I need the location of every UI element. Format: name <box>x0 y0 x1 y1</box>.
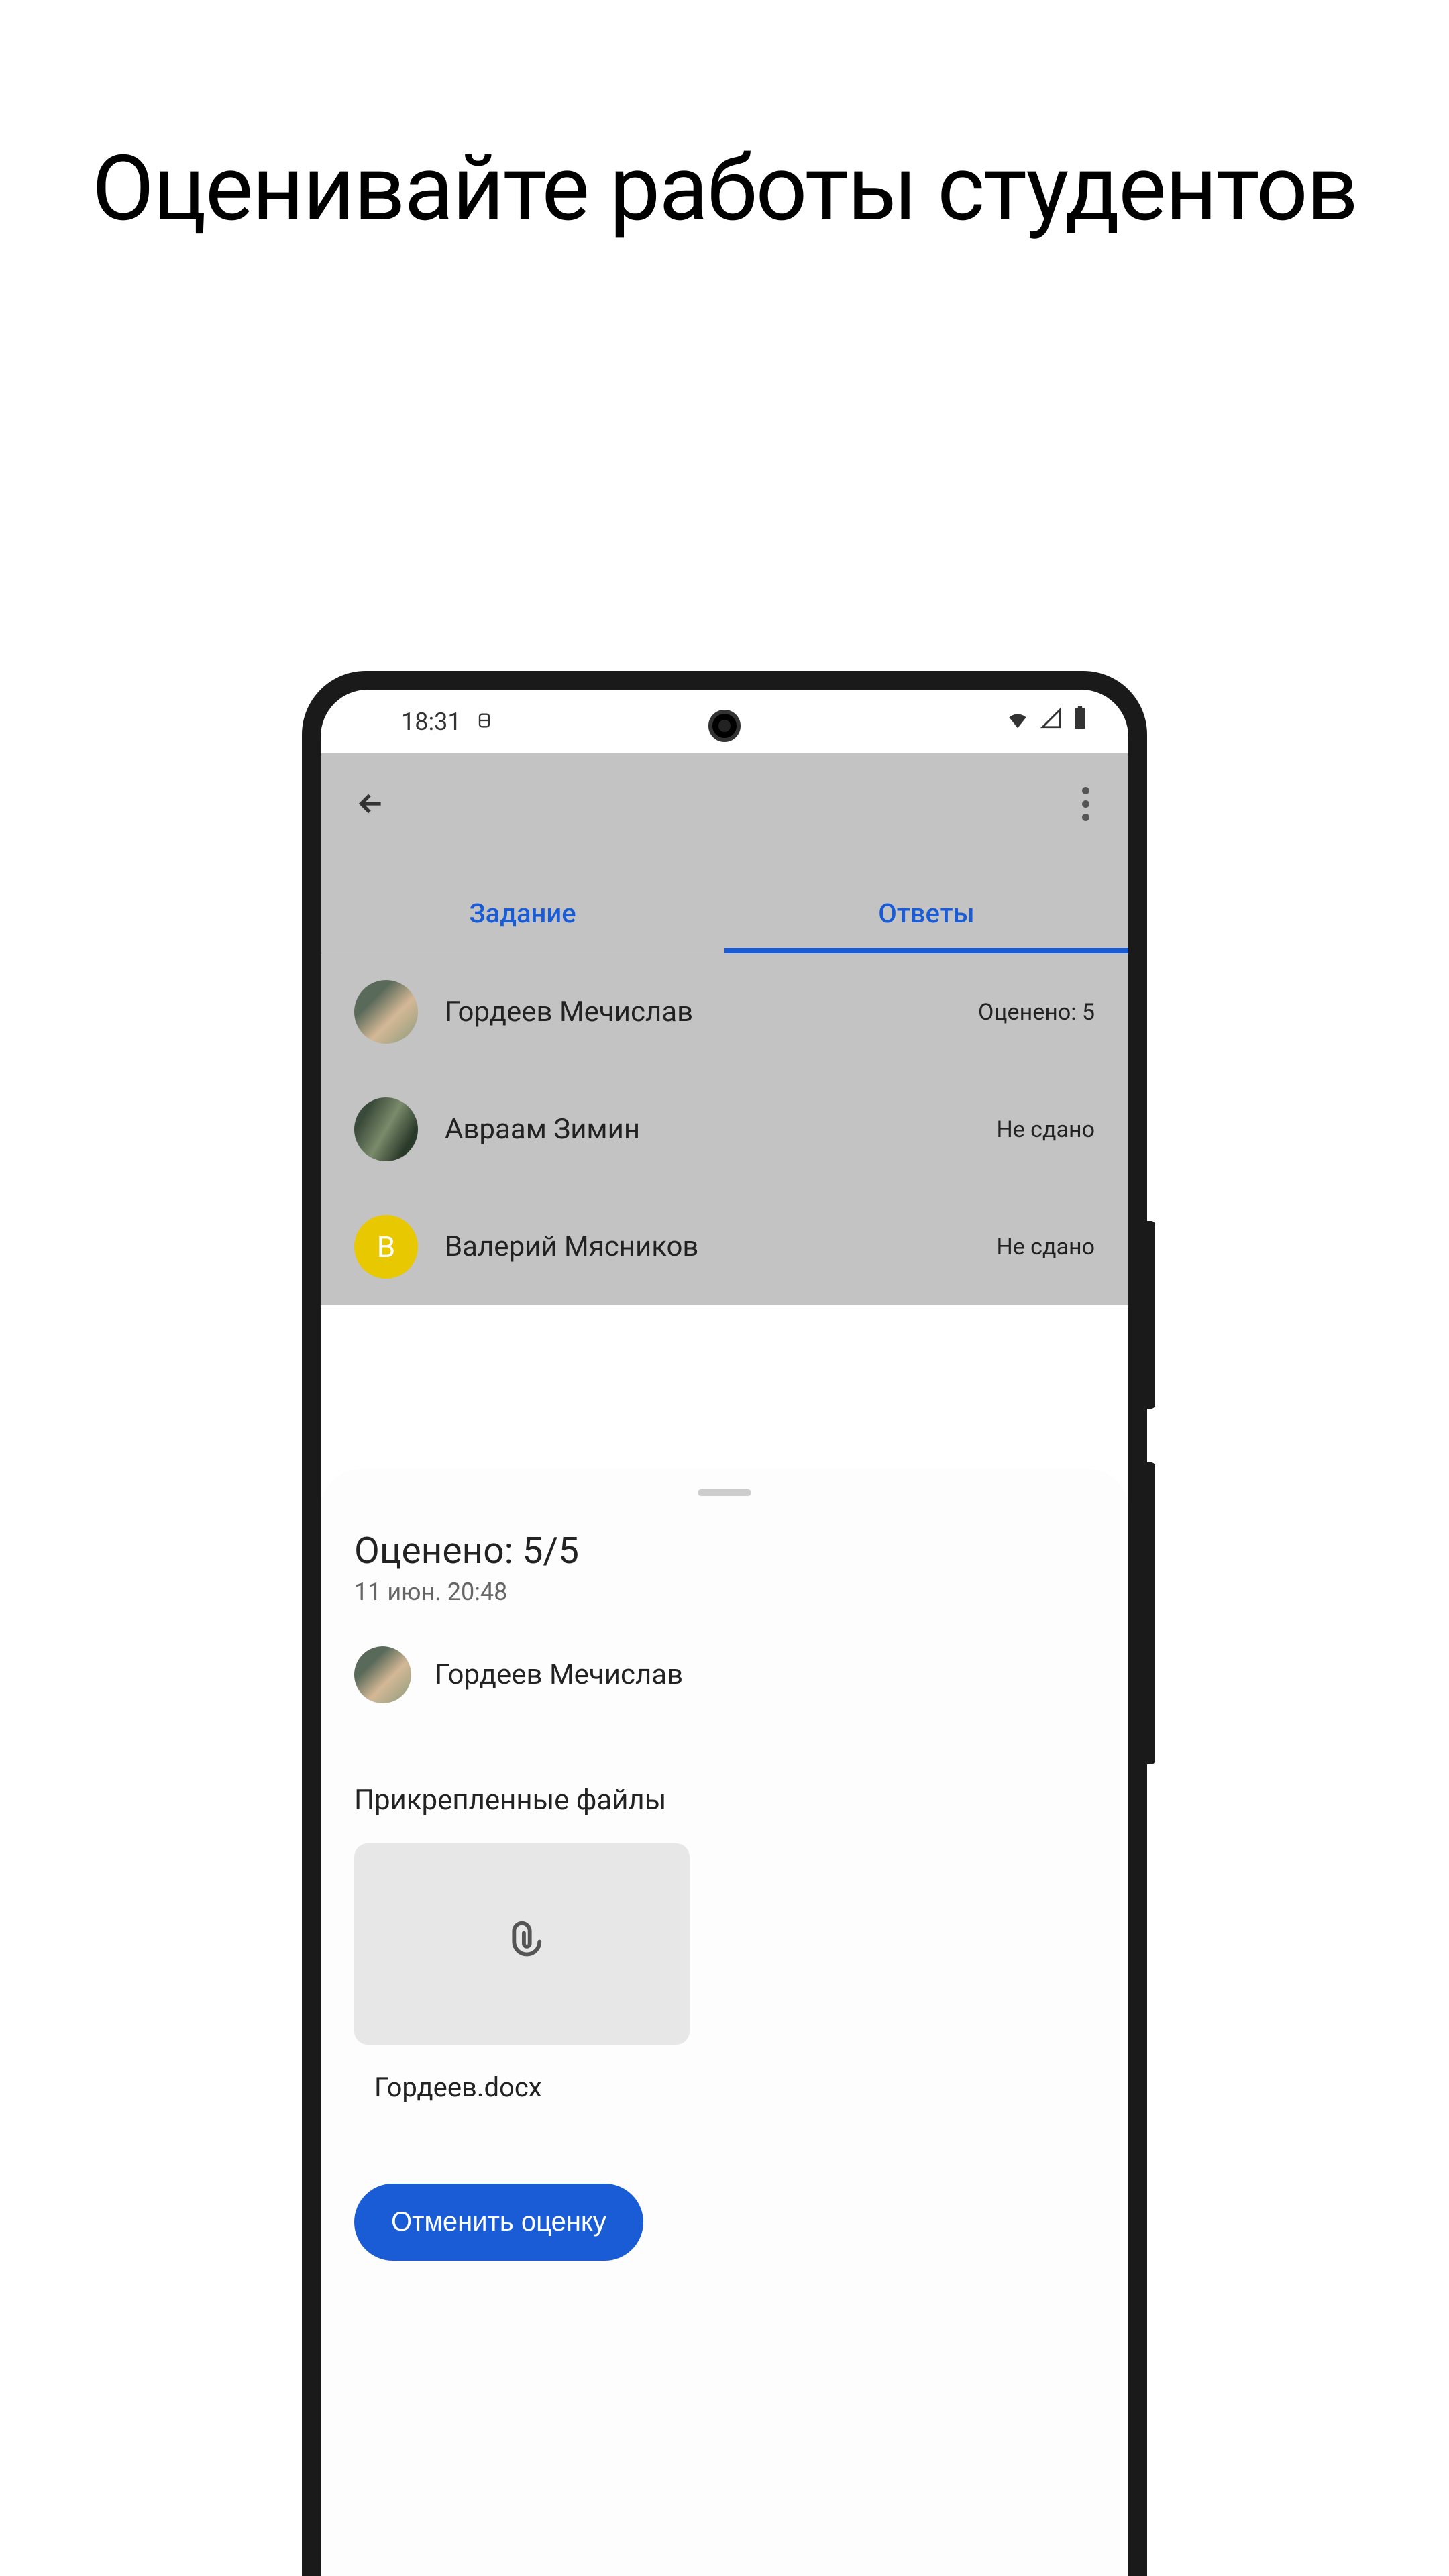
bottom-sheet: Оценено: 5/5 11 июн. 20:48 Гордеев Мечис… <box>321 1469 1128 2576</box>
student-name: Валерий Мясников <box>445 1230 969 1263</box>
status-indicator-icon <box>475 708 494 736</box>
drag-handle[interactable] <box>698 1489 751 1496</box>
tabs: Задание Ответы <box>321 874 1128 953</box>
avatar <box>354 980 418 1044</box>
student-list: Гордеев Мечислав Оценено: 5 Авраам Зимин… <box>321 953 1128 1305</box>
paperclip-icon <box>498 1919 545 1969</box>
sheet-date: 11 июн. 20:48 <box>354 1578 1095 1606</box>
student-row[interactable]: В Валерий Мясников Не сдано <box>321 1188 1128 1305</box>
signal-icon <box>1040 707 1063 736</box>
wifi-icon <box>1005 706 1030 737</box>
tab-assignment[interactable]: Задание <box>321 874 724 953</box>
attachment-name: Гордеев.docx <box>354 2072 1095 2103</box>
promo-title: Оценивайте работы студентов <box>0 134 1449 243</box>
avatar-letter: В <box>354 1215 418 1279</box>
cancel-grade-button[interactable]: Отменить оценку <box>354 2184 643 2261</box>
student-row[interactable]: Авраам Зимин Не сдано <box>321 1071 1128 1188</box>
tab-answers[interactable]: Ответы <box>724 874 1128 953</box>
status-time: 18:31 <box>401 708 462 736</box>
sheet-student-name: Гордеев Мечислав <box>435 1658 683 1691</box>
camera-notch <box>708 710 741 742</box>
sheet-grade-title: Оценено: 5/5 <box>354 1529 1095 1572</box>
attachments-label: Прикрепленные файлы <box>354 1784 1095 1817</box>
student-name: Авраам Зимин <box>445 1113 969 1146</box>
attachment-card[interactable] <box>354 1843 690 2045</box>
phone-frame: 18:31 <box>302 671 1147 2576</box>
avatar <box>354 1097 418 1161</box>
status-bar: 18:31 <box>321 690 1128 753</box>
phone-side-button <box>1147 1221 1155 1409</box>
student-status: Не сдано <box>996 1116 1095 1143</box>
student-row[interactable]: Гордеев Мечислав Оценено: 5 <box>321 953 1128 1071</box>
student-status: Не сдано <box>996 1234 1095 1260</box>
battery-icon <box>1072 706 1088 737</box>
student-status: Оценено: 5 <box>978 999 1095 1026</box>
back-button[interactable] <box>354 787 388 820</box>
phone-screen: 18:31 <box>321 690 1128 2576</box>
app-header <box>321 753 1128 874</box>
more-menu-button[interactable] <box>1082 787 1095 821</box>
avatar <box>354 1646 411 1703</box>
student-name: Гордеев Мечислав <box>445 996 951 1028</box>
sheet-student: Гордеев Мечислав <box>354 1646 1095 1703</box>
phone-side-button <box>1147 1462 1155 1764</box>
